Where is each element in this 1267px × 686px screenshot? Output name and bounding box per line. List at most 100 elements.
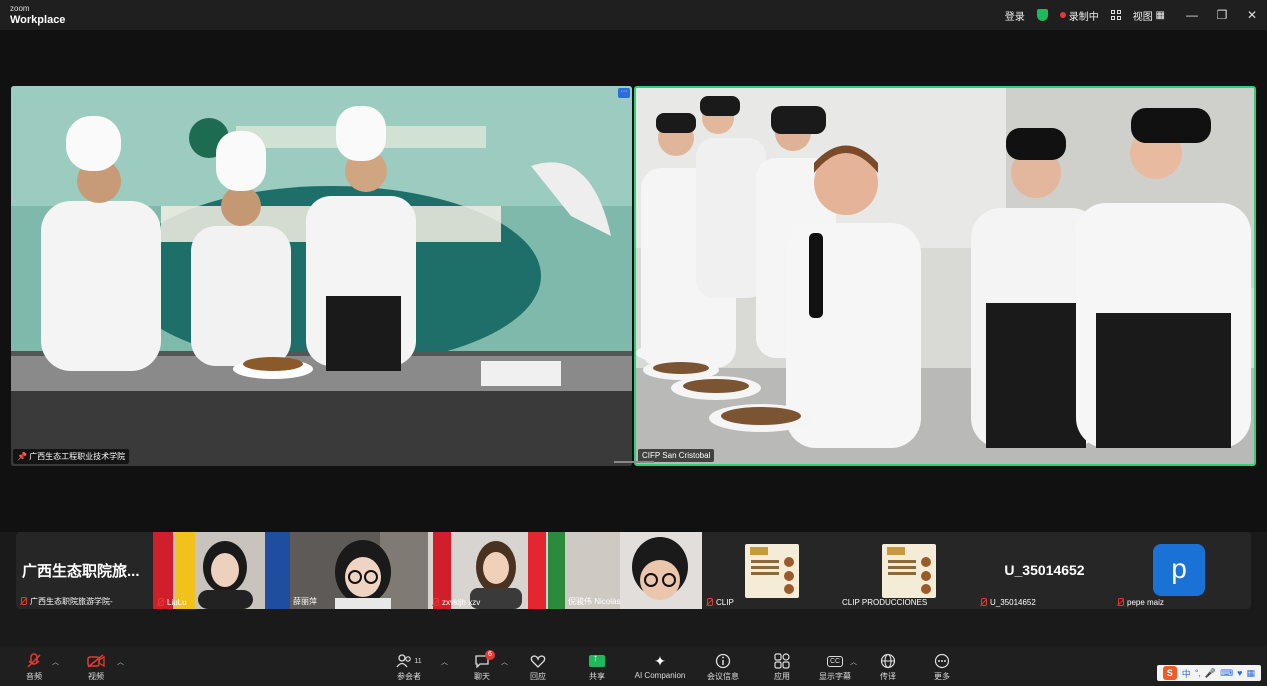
- gallery-tile[interactable]: U_35014652 U_35014652: [976, 532, 1113, 609]
- ime-toolbar[interactable]: S 中 °, 🎤 ⌨ ♥ ▦: [1156, 665, 1261, 681]
- apps-button[interactable]: 应用: [754, 652, 810, 682]
- tile-name: 倪骏伟 Nicolás: [568, 597, 621, 606]
- video-options-caret-icon[interactable]: ︿: [117, 657, 124, 667]
- mic-muted-icon: [156, 598, 164, 607]
- sparkle-icon: ✦: [654, 652, 666, 669]
- close-button[interactable]: ✕: [1237, 8, 1267, 22]
- avatar: p: [1153, 544, 1205, 596]
- view-menu[interactable]: 视图 ▦: [1133, 8, 1165, 23]
- stage-resize-handle[interactable]: [614, 461, 654, 463]
- tile-display-name: U_35014652: [1004, 562, 1085, 578]
- ime-mic-icon: 🎤: [1204, 667, 1217, 678]
- mic-muted-icon: [1116, 598, 1124, 607]
- tile-name: U_35014652: [990, 598, 1036, 607]
- audio-options-caret-icon[interactable]: ︿: [52, 657, 59, 667]
- more-options-icon[interactable]: ···: [618, 88, 630, 98]
- sogou-icon: S: [1162, 666, 1177, 680]
- share-button[interactable]: 共享: [569, 652, 625, 682]
- gallery-tile[interactable]: p pepe maiz: [1113, 532, 1251, 609]
- cc-icon: CC: [826, 655, 844, 667]
- view-grid-icon: ▦: [1155, 9, 1165, 21]
- participants-caret-icon[interactable]: ︿: [441, 657, 448, 667]
- captions-caret-icon[interactable]: ︿: [850, 657, 857, 667]
- meeting-info-button[interactable]: 会议信息: [695, 652, 751, 682]
- gallery-strip: 广西生态职院旅... 广西生态职院旅游学院- LiuLu 薛丽萍 zxvkljh…: [16, 532, 1251, 609]
- video-stage: ··· 📌 广西生态工程职业技术学院 CIFP San Cristobal: [0, 30, 1267, 532]
- video-name-tag: 📌 广西生态工程职业技术学院: [13, 449, 130, 464]
- translate-label: 传译: [880, 672, 896, 681]
- gallery-tile[interactable]: 倪骏伟 Nicolás: [565, 532, 702, 609]
- chat-badge: 6: [485, 650, 495, 660]
- tile-name: zxvkljh xzv: [442, 598, 481, 607]
- ime-skin-icon: ♥: [1237, 668, 1243, 678]
- more-label: 更多: [934, 672, 950, 681]
- ime-grid-icon: ▦: [1246, 667, 1255, 678]
- gallery-tile[interactable]: CLIP PRODUCCIONES: [839, 532, 976, 609]
- mic-muted-icon: [19, 597, 27, 606]
- more-dots-icon: [934, 653, 950, 669]
- title-bar: zoom Workplace 登录 录制中 视图 ▦ — ❐ ✕: [0, 0, 1267, 30]
- video-tile-cifp[interactable]: CIFP San Cristobal: [634, 86, 1256, 466]
- ai-label: AI Companion: [634, 671, 686, 680]
- chat-label: 聊天: [474, 672, 490, 681]
- camera-off-icon: [87, 654, 105, 668]
- clip-producciones-poster-image: [882, 544, 936, 598]
- ime-keyboard-icon: ⌨: [1220, 667, 1234, 678]
- kitchen-video-1: [11, 86, 632, 466]
- mic-muted-icon: [705, 598, 713, 607]
- tile-name: CLIP: [716, 598, 734, 607]
- info-label: 会议信息: [707, 672, 739, 681]
- participants-icon: [396, 654, 412, 668]
- gallery-tile[interactable]: CLIP: [702, 532, 839, 609]
- heart-icon: [530, 655, 546, 668]
- security-shield-icon[interactable]: [1036, 9, 1048, 21]
- logo-big: Workplace: [10, 14, 66, 26]
- logo-small: zoom: [10, 4, 30, 13]
- more-button[interactable]: 更多: [914, 652, 970, 682]
- mic-muted-icon: [979, 598, 987, 607]
- recording-indicator[interactable]: 录制中: [1059, 8, 1099, 23]
- globe-icon: [880, 653, 896, 669]
- share-screen-icon: [589, 653, 605, 667]
- mic-muted-icon: [27, 653, 41, 668]
- signin-label: 登录: [1004, 11, 1025, 23]
- captions-label: 显示字幕: [819, 672, 851, 681]
- signin-link[interactable]: 登录: [1005, 8, 1025, 23]
- ai-companion-button[interactable]: ✦ AI Companion: [628, 652, 692, 681]
- gallery-tile[interactable]: LiuLu: [153, 532, 290, 609]
- audio-label: 音频: [26, 672, 42, 681]
- gallery-tile[interactable]: zxvkljh xzv: [428, 532, 565, 609]
- participants-button[interactable]: 11 参会者: [381, 652, 437, 682]
- ime-punct-icon: °,: [1194, 668, 1201, 678]
- tile-name: 薛丽萍: [293, 597, 317, 606]
- meeting-toolbar: 音频 ︿ 视频 ︿ 11 参会者 ︿ 6 聊天 ︿ 回应 共享 ✦ AI Com…: [0, 647, 1267, 686]
- tile-name: pepe maiz: [1127, 598, 1164, 607]
- apps-icon: [774, 653, 790, 669]
- video-tile-guangxi[interactable]: ··· 📌 广西生态工程职业技术学院: [11, 86, 632, 466]
- gallery-tile[interactable]: 广西生态职院旅... 广西生态职院旅游学院-: [16, 532, 153, 609]
- kitchen-video-2: [636, 88, 1254, 464]
- restore-button[interactable]: ❐: [1207, 8, 1237, 22]
- react-button[interactable]: 回应: [510, 652, 566, 682]
- tile-display-name: 广西生态职院旅...: [22, 563, 140, 580]
- tile-name: 广西生态职院旅游学院-: [30, 597, 113, 606]
- gallery-tile[interactable]: 薛丽萍: [290, 532, 428, 609]
- recording-label: 录制中: [1068, 11, 1099, 23]
- mic-muted-icon: [431, 598, 439, 607]
- record-dot-icon: [1059, 12, 1066, 18]
- participants-count: 11: [414, 657, 422, 665]
- react-label: 回应: [530, 672, 546, 681]
- chat-caret-icon[interactable]: ︿: [501, 657, 508, 667]
- translate-button[interactable]: 传译: [860, 652, 916, 682]
- apps-grid-icon[interactable]: [1110, 10, 1121, 20]
- minimize-button[interactable]: —: [1177, 8, 1207, 22]
- info-icon: [715, 653, 731, 669]
- participants-label: 参会者: [397, 672, 421, 681]
- ime-lang-label: 中: [1181, 668, 1191, 679]
- video-name-label-2: CIFP San Cristobal: [642, 451, 711, 460]
- share-label: 共享: [589, 672, 605, 681]
- video-button[interactable]: 视频: [68, 652, 124, 682]
- zoom-logo: zoom Workplace: [10, 4, 66, 26]
- apps-label: 应用: [774, 672, 790, 681]
- video-name-label-1: 广西生态工程职业技术学院: [29, 452, 126, 461]
